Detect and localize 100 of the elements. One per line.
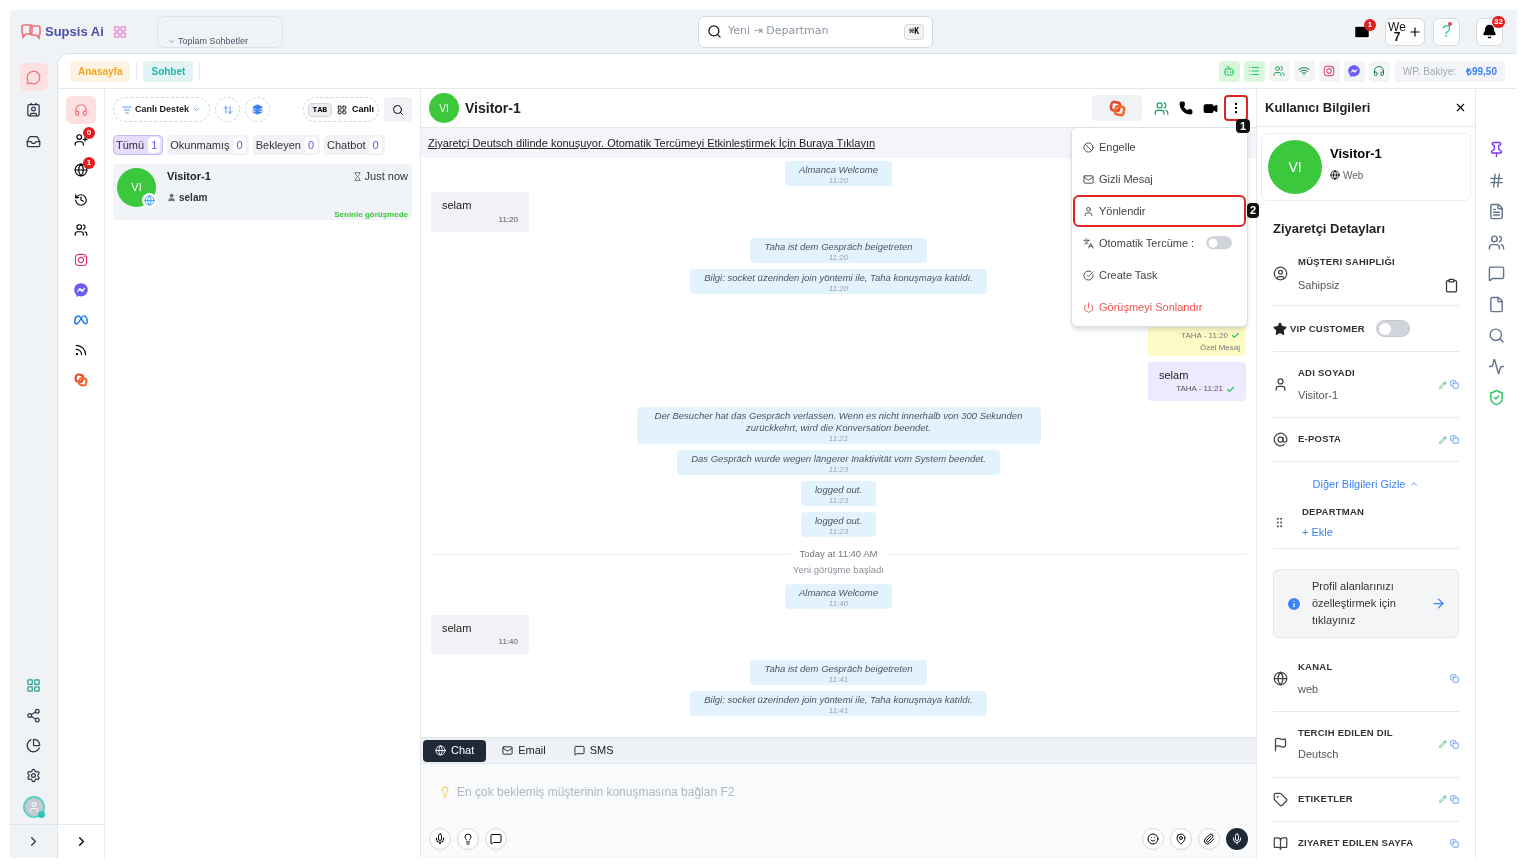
channel-item[interactable]: 0 xyxy=(66,126,96,154)
menu-item[interactable]: Yönlendir xyxy=(1073,195,1246,227)
system-message: Almanca Welcome 11:40 xyxy=(785,583,892,609)
info-card[interactable]: Profil alanlarınızı özelleştirmek için tıklayınız xyxy=(1273,569,1459,639)
chat-title: Visitor-1 xyxy=(465,98,521,118)
toggle-switch[interactable] xyxy=(1206,235,1232,249)
lightbulb-icon xyxy=(439,786,451,798)
message-icon[interactable] xyxy=(1488,265,1505,282)
headset-button[interactable] xyxy=(1368,60,1390,82)
instagram-icon xyxy=(74,253,88,267)
messenger-button[interactable] xyxy=(1343,60,1365,82)
phone-icon[interactable] xyxy=(1179,101,1193,115)
system-message: Taha ist dem Gespräch beigetreten 11:41 xyxy=(750,660,927,685)
outgoing-message: selam TAHA - 11:21 xyxy=(1148,361,1246,401)
field-label: ETIKETLER xyxy=(1298,792,1354,807)
emoji-icon xyxy=(1147,833,1159,845)
filter-tab[interactable]: Okunmamış 0 xyxy=(167,135,249,155)
conversation-item[interactable]: VI Visitor-1 Just now selam Seninle görüşmede xyxy=(113,164,412,220)
activity-icon[interactable] xyxy=(1488,358,1505,375)
translate-link[interactable]: Ziyaretçi Deutsch dilinde konuşuyor. Otomatik Tercümeyi Etkinleştirmek İçin Buraya Tıklayın xyxy=(428,134,876,152)
field-value: Sahipsiz xyxy=(1298,277,1341,293)
field-label: MÜŞTERI SAHIPLIĞI xyxy=(1298,254,1396,269)
share-icon[interactable] xyxy=(26,708,41,723)
globe-icon xyxy=(74,163,88,177)
menu-item[interactable]: Engelle xyxy=(1073,131,1246,163)
profile-name: Visitor-1 xyxy=(1330,145,1382,163)
translate-icon xyxy=(1083,237,1094,249)
mail-icon[interactable] xyxy=(1353,22,1371,41)
integration-button[interactable] xyxy=(1092,95,1142,121)
file-icon[interactable] xyxy=(1488,296,1505,313)
date-divider: Today at 11:40 AM xyxy=(799,547,878,561)
power-icon xyxy=(1083,301,1094,313)
inbox-icon xyxy=(26,133,41,149)
microphone-icon xyxy=(434,833,446,845)
incoming-message: selam 11:40 xyxy=(431,614,529,654)
voice-record-button[interactable] xyxy=(1226,828,1248,850)
system-message: logged out. 11:23 xyxy=(801,481,876,506)
attachment-button[interactable] xyxy=(1198,828,1220,850)
mail-icon xyxy=(502,745,514,756)
avatar: VI xyxy=(117,168,156,207)
menu-toggle-item[interactable]: Otomatik Tercüme : xyxy=(1073,227,1246,259)
knot-logo-icon xyxy=(1108,99,1126,117)
bell-icon[interactable] xyxy=(1482,24,1497,39)
field-value: web xyxy=(1298,681,1320,697)
logo-icon xyxy=(20,23,42,40)
emoji-button[interactable] xyxy=(1142,828,1164,850)
users-button[interactable] xyxy=(1268,60,1290,82)
search-button[interactable] xyxy=(384,97,412,122)
filter-tab[interactable]: Chatbot 0 xyxy=(324,135,385,155)
field-value: Deutsch xyxy=(1298,747,1340,763)
channel-tab[interactable]: Chat xyxy=(423,739,487,762)
channel-item[interactable]: 1 xyxy=(66,156,96,184)
settings-icon[interactable] xyxy=(26,768,41,783)
workspace-button[interactable]: We 7 xyxy=(1385,17,1425,46)
globe-icon xyxy=(144,195,155,206)
search-field[interactable]: Yeni ⇥ Departman ⌘K xyxy=(698,15,933,48)
message-icon xyxy=(573,745,585,756)
star-icon xyxy=(1273,321,1287,336)
pin-icon[interactable] xyxy=(1488,141,1505,158)
shortcut-key: ⌘K xyxy=(904,23,924,40)
lightbulb-button[interactable] xyxy=(457,828,479,850)
instagram-button[interactable] xyxy=(1318,60,1340,82)
count-badge: 1 xyxy=(83,157,95,169)
search-icon[interactable] xyxy=(1488,327,1505,344)
field-label: E-POSTA xyxy=(1298,432,1343,447)
profile-channel: Web xyxy=(1343,168,1364,183)
hash-icon[interactable] xyxy=(1488,172,1505,189)
bot-icon xyxy=(1223,65,1236,77)
menu-item[interactable]: Gizli Mesaj xyxy=(1073,163,1246,195)
balance-label: WP. Bakiye: xyxy=(1402,64,1456,79)
filter-tab[interactable]: Tümü 1 xyxy=(113,135,164,155)
avatar: VI xyxy=(1268,140,1322,194)
toggle-details-link[interactable]: Diğer Bilgileri Gizle xyxy=(1312,462,1420,497)
shield-check-icon[interactable] xyxy=(1488,389,1505,406)
location-button[interactable] xyxy=(1170,828,1192,850)
avatar: VI xyxy=(429,93,459,123)
wifi-button[interactable] xyxy=(1293,60,1315,82)
channel-tab[interactable]: SMS xyxy=(561,739,626,762)
apps-grid-icon[interactable] xyxy=(26,678,41,693)
app-name: Supsis Ai xyxy=(45,22,104,41)
channel-tab[interactable]: Email xyxy=(490,739,558,762)
menu-item[interactable]: Create Task xyxy=(1073,259,1246,291)
toggle-switch[interactable] xyxy=(1375,320,1410,338)
messenger-icon xyxy=(1348,65,1361,77)
ban-icon xyxy=(1083,141,1094,153)
contacts-icon[interactable] xyxy=(1488,234,1505,251)
users-icon xyxy=(74,223,88,237)
add-link[interactable]: + Ekle xyxy=(1302,523,1365,541)
message-time: Just now xyxy=(364,169,408,184)
arrow-right-icon xyxy=(1431,596,1446,612)
chart-icon[interactable] xyxy=(26,738,41,753)
history-icon xyxy=(74,193,88,207)
search-icon xyxy=(707,24,722,39)
filter-tab[interactable]: Bekleyen 0 xyxy=(252,135,321,155)
field-label: ZIYARET EDILEN SAYFA xyxy=(1298,836,1415,851)
microphone-button[interactable] xyxy=(429,828,451,850)
message-button[interactable] xyxy=(485,828,507,850)
notice-text: Yeni görüşme başladı xyxy=(793,563,884,578)
close-icon[interactable] xyxy=(1454,101,1467,114)
document-icon[interactable] xyxy=(1488,203,1505,220)
